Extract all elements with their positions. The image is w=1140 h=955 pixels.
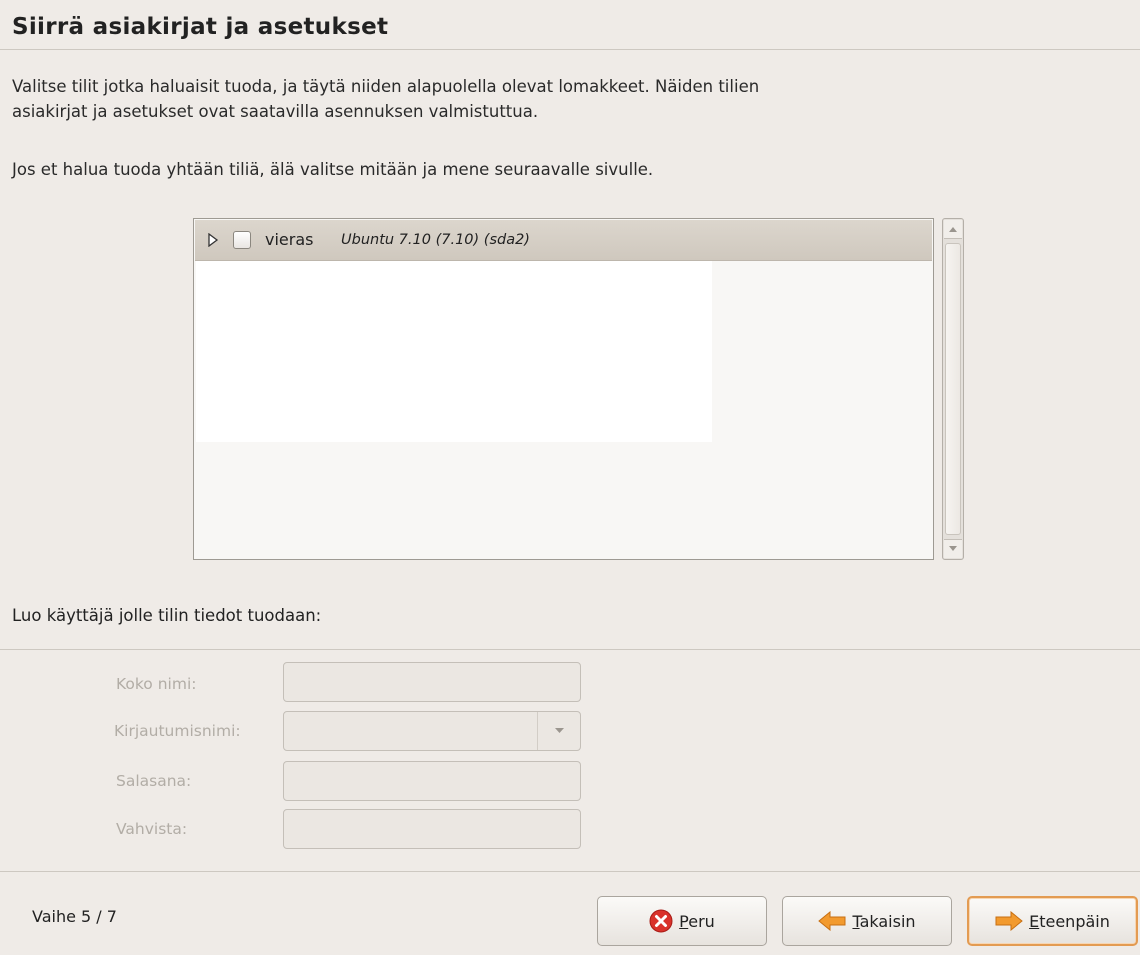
confirm-label: Vahvista: bbox=[116, 820, 188, 838]
back-arrow-icon bbox=[818, 911, 846, 931]
description-line-1: Valitse tilit jotka haluaisit tuoda, ja … bbox=[12, 77, 760, 96]
scrollbar-thumb[interactable] bbox=[945, 243, 961, 535]
cancel-button[interactable]: Peru bbox=[597, 896, 767, 946]
page-title: Siirrä asiakirjat ja asetukset bbox=[12, 14, 389, 40]
scroll-up-icon[interactable] bbox=[944, 220, 962, 239]
full-name-label: Koko nimi: bbox=[116, 675, 197, 693]
create-user-heading: Luo käyttäjä jolle tilin tiedot tuodaan: bbox=[12, 606, 322, 625]
dropdown-icon[interactable] bbox=[537, 712, 580, 750]
account-detail: Ubuntu 7.10 (7.10) (sda2) bbox=[341, 232, 530, 248]
password-label: Salasana: bbox=[116, 772, 192, 790]
confirm-password-field[interactable] bbox=[283, 809, 581, 849]
accounts-list[interactable]: vieras Ubuntu 7.10 (7.10) (sda2) bbox=[193, 218, 934, 560]
description-line-2: asiakirjat ja asetukset ovat saatavilla … bbox=[12, 102, 539, 121]
account-checkbox[interactable] bbox=[233, 231, 251, 249]
forward-button-label: Eteenpäin bbox=[1029, 911, 1110, 931]
username-combo[interactable] bbox=[283, 711, 581, 751]
account-row-vieras[interactable]: vieras Ubuntu 7.10 (7.10) (sda2) bbox=[195, 220, 932, 261]
username-label: Kirjautumisnimi: bbox=[114, 722, 241, 740]
password-field[interactable] bbox=[283, 761, 581, 801]
page-description: Valitse tilit jotka haluaisit tuoda, ja … bbox=[12, 74, 1012, 124]
step-indicator: Vaihe 5 / 7 bbox=[32, 907, 117, 926]
back-button-label: Takaisin bbox=[852, 911, 916, 931]
back-button[interactable]: Takaisin bbox=[782, 896, 952, 946]
accounts-scrollbar[interactable] bbox=[942, 218, 964, 560]
skip-instruction: Jos et halua tuoda yhtään tiliä, älä val… bbox=[12, 160, 654, 179]
full-name-field[interactable] bbox=[283, 662, 581, 702]
account-name: vieras bbox=[265, 230, 314, 249]
form-divider-top bbox=[0, 649, 1140, 650]
scroll-down-icon[interactable] bbox=[944, 539, 962, 558]
footer-divider bbox=[0, 871, 1140, 872]
list-empty-area bbox=[196, 261, 712, 442]
cancel-icon bbox=[649, 909, 673, 933]
expander-triangle-icon[interactable] bbox=[207, 232, 219, 248]
forward-button[interactable]: Eteenpäin bbox=[967, 896, 1138, 946]
forward-arrow-icon bbox=[995, 911, 1023, 931]
title-divider bbox=[0, 49, 1140, 50]
cancel-button-label: Peru bbox=[679, 911, 715, 931]
